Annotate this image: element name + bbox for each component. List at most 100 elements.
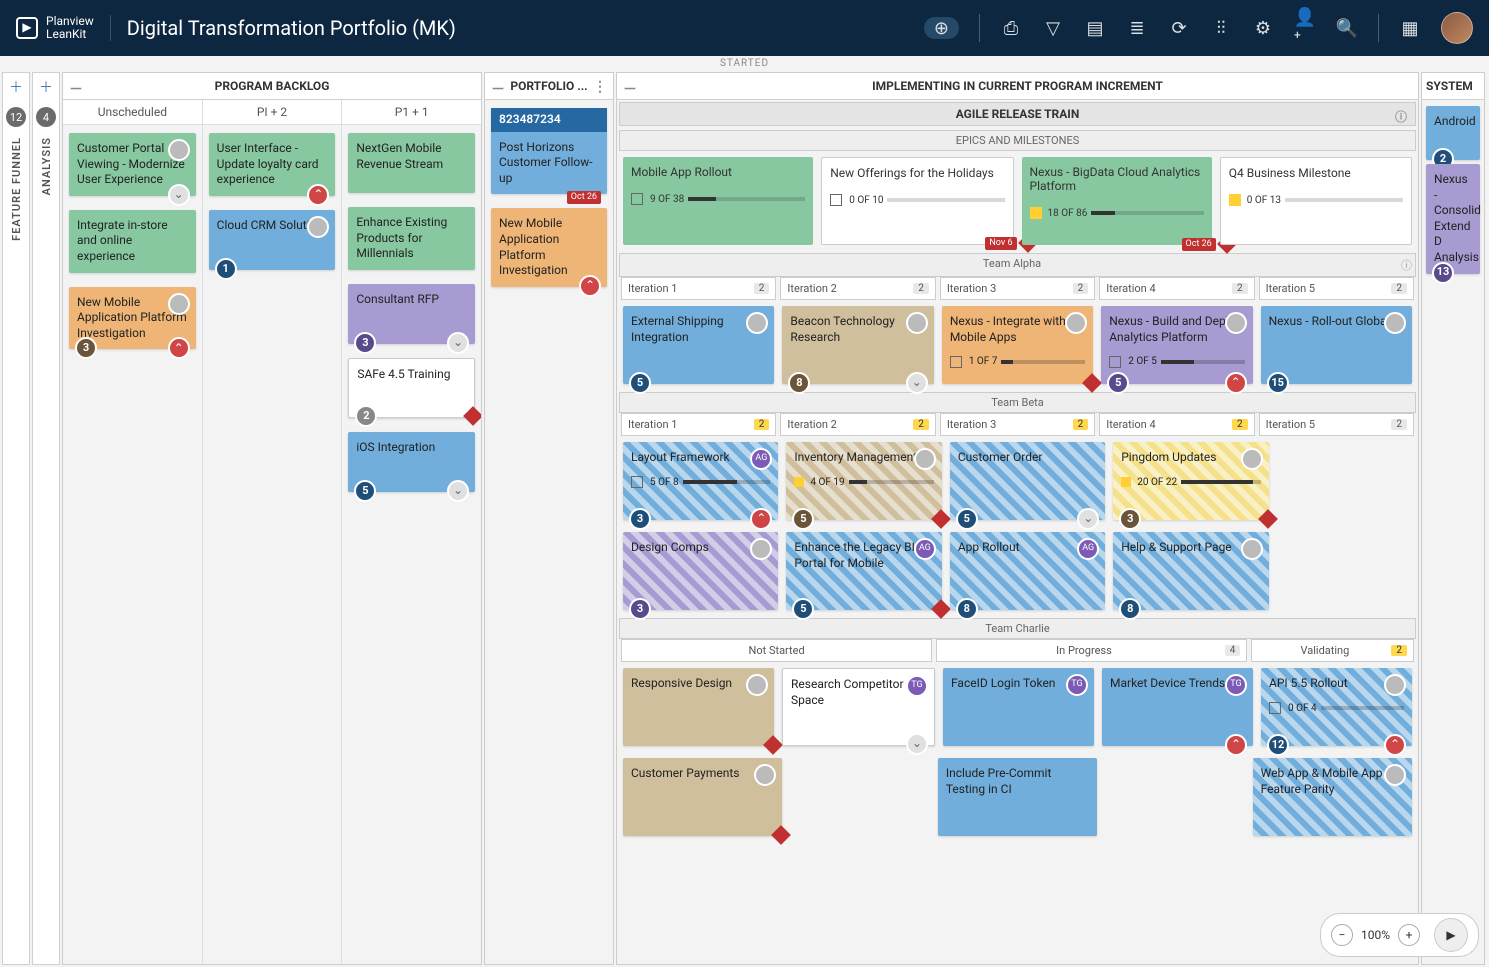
chevron-up-icon[interactable]: ⌃ [1225, 372, 1247, 394]
epic-card[interactable]: Nexus - BigData Cloud Analytics Platform… [1022, 157, 1212, 245]
assignee-avatar[interactable] [906, 312, 928, 334]
collapse-icon[interactable]: － [623, 79, 637, 99]
card[interactable]: Customer Portal Viewing - Modernize User… [69, 133, 196, 196]
chevron-down-icon[interactable]: ⌄ [447, 332, 469, 354]
iteration-header[interactable]: Iteration 42 [1099, 277, 1254, 300]
card[interactable]: External Shipping Integration 5 [623, 306, 774, 384]
card[interactable]: Integrate in-store and online experience [69, 210, 196, 273]
assignee-avatar[interactable] [1384, 312, 1406, 334]
assignee-avatar[interactable] [1241, 538, 1263, 560]
card[interactable]: iOS Integration 5 ⌄ [348, 432, 475, 492]
list-icon[interactable]: ≣ [1126, 17, 1148, 39]
column-header[interactable]: Validating2 [1251, 639, 1414, 662]
add-card-icon[interactable]: ⊕ [924, 17, 959, 39]
card[interactable]: 823487234 Post Horizons Customer Follow-… [491, 108, 607, 194]
chevron-up-icon[interactable]: ⌃ [307, 184, 329, 206]
chevron-up-icon[interactable]: ⌃ [1384, 734, 1406, 756]
chevron-down-icon[interactable]: ⌄ [168, 184, 190, 206]
column-header[interactable]: In Progress4 [936, 639, 1247, 662]
iteration-header[interactable]: Iteration 12 [621, 413, 776, 436]
assignee-avatar[interactable] [1384, 674, 1406, 696]
assignee-avatar[interactable] [1225, 312, 1247, 334]
card[interactable]: SAFe 4.5 Training 2 [348, 358, 475, 418]
refresh-icon[interactable]: ⟳ [1168, 17, 1190, 39]
assignee-avatar[interactable] [168, 293, 190, 315]
brand-logo[interactable]: ▶ Planview LeanKit [16, 15, 111, 41]
card[interactable]: Nexus - Build and Deploy Analytics Platf… [1101, 306, 1252, 384]
chevron-down-icon[interactable]: ⌄ [906, 372, 928, 394]
card[interactable]: Help & Support Page 8 [1113, 532, 1268, 610]
card[interactable]: Consultant RFP 3 ⌄ [348, 284, 475, 344]
card[interactable]: Include Pre-Commit Testing in CI [938, 758, 1097, 836]
card[interactable]: Cloud CRM Solution 1 [209, 210, 336, 270]
column-header[interactable]: Not Started [621, 639, 932, 662]
play-icon[interactable]: ▶ [1434, 918, 1468, 952]
card[interactable]: Customer Payments [623, 758, 782, 836]
iteration-header[interactable]: Iteration 12 [621, 277, 776, 300]
search-icon[interactable]: 🔍 [1336, 17, 1358, 39]
chevron-up-icon[interactable]: ⌃ [1225, 734, 1247, 756]
info-icon[interactable]: ⓘ [1395, 108, 1407, 125]
iteration-header[interactable]: Iteration 22 [780, 277, 935, 300]
info-icon[interactable]: ⓘ [1401, 257, 1412, 273]
expand-icon[interactable]: ＋ [39, 77, 53, 97]
card[interactable]: Web App & Mobile App Feature Parity [1253, 758, 1412, 836]
assignee-avatar[interactable]: AG [1077, 538, 1099, 560]
card[interactable]: Responsive Design [623, 668, 774, 746]
assignee-avatar[interactable] [1384, 764, 1406, 786]
assignee-avatar[interactable] [307, 216, 329, 238]
user-avatar[interactable] [1441, 12, 1473, 44]
card[interactable]: Research Competitor Space TG ⌄ [782, 668, 935, 746]
settings-icon[interactable]: ⚙ [1252, 17, 1274, 39]
epic-card[interactable]: Mobile App Rollout 9 OF 38 [623, 157, 813, 245]
card[interactable]: Beacon Technology Research 8 ⌄ [782, 306, 933, 384]
assignee-avatar[interactable]: TG [1225, 674, 1247, 696]
iteration-header[interactable]: Iteration 32 [940, 413, 1095, 436]
assignee-avatar[interactable] [168, 139, 190, 161]
collapse-icon[interactable]: － [491, 79, 505, 99]
card[interactable]: Enhance the Legacy BI Portal for Mobile … [786, 532, 941, 610]
card[interactable]: User Interface - Update loyalty card exp… [209, 133, 336, 196]
lane-analysis-collapsed[interactable]: ＋ 4 ANALYSIS [32, 72, 60, 965]
expand-icon[interactable]: ＋ [9, 77, 23, 97]
card-style-icon[interactable]: ▤ [1084, 17, 1106, 39]
card[interactable]: NextGen Mobile Revenue Stream [348, 133, 475, 193]
chevron-up-icon[interactable]: ⌃ [168, 337, 190, 359]
card[interactable]: Nexus - Integrate with Mobile Apps 1 OF … [942, 306, 1093, 384]
card[interactable]: FaceID Login Token TG [943, 668, 1094, 746]
filter-icon[interactable]: ▽ [1042, 17, 1064, 39]
card[interactable]: API 5.5 Rollout 0 OF 4 12 ⌃ [1261, 668, 1412, 746]
card[interactable]: Inventory Management 4 OF 19 5 [786, 442, 941, 520]
assignee-avatar[interactable]: AG [750, 448, 772, 470]
assignee-avatar[interactable] [754, 764, 776, 786]
card[interactable]: Nexus - Consolid Extend D Analysis 13 [1426, 164, 1480, 274]
card[interactable]: Enhance Existing Products for Millennial… [348, 207, 475, 270]
epic-card[interactable]: Q4 Business Milestone 0 OF 13 [1220, 157, 1412, 245]
card[interactable]: Pingdom Updates 20 OF 22 3 [1113, 442, 1268, 520]
chevron-down-icon[interactable]: ⌄ [447, 480, 469, 502]
chevron-down-icon[interactable]: ⌄ [906, 733, 928, 755]
lane-feature-funnel-collapsed[interactable]: ＋ 12 FEATURE FUNNEL [2, 72, 30, 965]
assignee-avatar[interactable] [1241, 448, 1263, 470]
save-icon[interactable]: ⎙ [1000, 17, 1022, 39]
chevron-up-icon[interactable]: ⌃ [579, 275, 601, 297]
zoom-out-icon[interactable]: − [1331, 924, 1353, 946]
boards-icon[interactable]: ▦ [1399, 17, 1421, 39]
collapse-icon[interactable]: － [69, 79, 83, 99]
card[interactable]: Market Device Trends TG ⌃ [1102, 668, 1253, 746]
card[interactable]: Design Comps 3 [623, 532, 778, 610]
card[interactable]: New Mobile Application Platform Investig… [491, 208, 607, 286]
assignee-avatar[interactable]: TG [1066, 674, 1088, 696]
assignee-avatar[interactable] [914, 448, 936, 470]
iteration-header[interactable]: Iteration 32 [940, 277, 1095, 300]
more-icon[interactable]: ⋮ [593, 79, 607, 95]
card[interactable]: Customer Order 5 ⌄ [950, 442, 1105, 520]
assignee-avatar[interactable] [1065, 312, 1087, 334]
zoom-in-icon[interactable]: + [1398, 924, 1420, 946]
assignee-avatar[interactable] [746, 312, 768, 334]
iteration-header[interactable]: Iteration 52 [1259, 413, 1414, 436]
assignee-avatar[interactable] [750, 538, 772, 560]
assignee-avatar[interactable]: AG [914, 538, 936, 560]
analytics-icon[interactable]: ⫶⫶ [1210, 17, 1232, 39]
iteration-header[interactable]: Iteration 42 [1099, 413, 1254, 436]
